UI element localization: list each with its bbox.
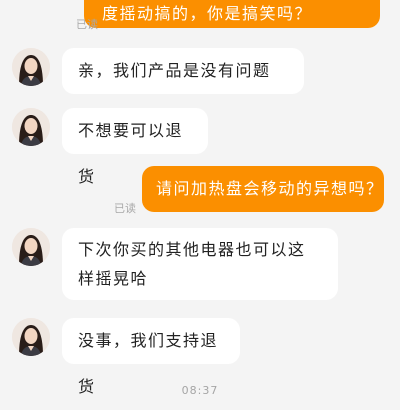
read-receipt: 已读 [114, 202, 136, 215]
incoming-message-row: 下次你买的其他电器也可以这样摇晃哈 [12, 228, 338, 300]
avatar-woman-icon[interactable] [12, 48, 50, 86]
outgoing-message[interactable]: 请问加热盘会移动的异想吗？ [142, 166, 384, 212]
message-text: 下次你买的其他电器也可以这样摇晃哈 [78, 240, 306, 288]
message-text: 请问加热盘会移动的异想吗？ [156, 179, 384, 198]
incoming-message[interactable]: 亲，我们产品是没有问题哈， [62, 48, 304, 126]
read-receipt: 已读 [76, 18, 98, 31]
avatar-woman-icon[interactable] [12, 108, 50, 146]
outgoing-message[interactable]: 度摇动搞的，你是搞笑吗？ [84, 0, 380, 28]
incoming-message[interactable]: 下次你买的其他电器也可以这样摇晃哈 [62, 228, 338, 300]
incoming-message-row: 亲，我们产品是没有问题哈， [12, 48, 304, 126]
avatar-woman-icon[interactable] [12, 228, 50, 266]
timestamp: 08:37 [181, 384, 219, 397]
message-text: 度摇动搞的，你是搞笑吗？ [102, 4, 313, 23]
incoming-message-row: 没事，我们支持退货 [12, 318, 240, 396]
incoming-message-row: 不想要可以退货 [12, 108, 208, 186]
incoming-message[interactable]: 不想要可以退货 [62, 108, 208, 186]
incoming-message[interactable]: 没事，我们支持退货 [62, 318, 240, 396]
avatar-woman-icon[interactable] [12, 318, 50, 356]
